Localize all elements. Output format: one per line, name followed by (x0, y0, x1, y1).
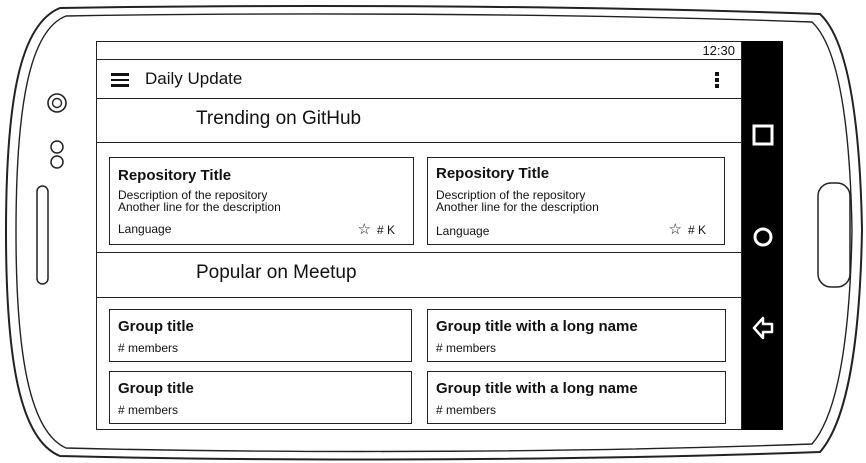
repo-description: Another line for the description (436, 200, 599, 214)
repo-card[interactable]: Repository Title Description of the repo… (427, 157, 725, 245)
square-icon[interactable] (752, 124, 774, 146)
group-card[interactable]: Group title with a long name # members (427, 371, 726, 424)
status-time: 12:30 (702, 43, 735, 58)
hamburger-menu-icon[interactable] (111, 73, 129, 87)
repo-title: Repository Title (436, 165, 550, 182)
app-bar: Daily Update (97, 60, 741, 99)
app-title: Daily Update (145, 69, 243, 88)
repo-stars: ☆ # K (358, 220, 395, 238)
hardware-home-button[interactable] (817, 182, 851, 288)
repo-language: Language (118, 222, 172, 236)
camera-icon (47, 93, 67, 113)
star-outline-icon[interactable]: ☆ (358, 221, 371, 238)
group-card[interactable]: Group title # members (109, 309, 412, 362)
back-arrow-icon[interactable] (752, 315, 774, 341)
repo-card[interactable]: Repository Title Description of the repo… (109, 157, 414, 245)
sensor-icon (50, 155, 64, 169)
circle-icon[interactable] (752, 226, 774, 248)
repo-title: Repository Title (118, 167, 232, 184)
star-outline-icon[interactable]: ☆ (669, 221, 682, 238)
status-bar: 12:30 (97, 42, 741, 60)
group-card[interactable]: Group title with a long name # members (427, 309, 726, 362)
system-nav-bar (742, 41, 783, 430)
group-title: Group title with a long name (436, 380, 638, 397)
phone-screen: 12:30 Daily Update Trending on GitHub Re… (96, 41, 742, 430)
meetup-title: Popular on Meetup (196, 262, 357, 283)
repo-description: Another line for the description (118, 200, 281, 214)
speaker-slot (36, 185, 49, 285)
group-card[interactable]: Group title # members (109, 371, 412, 424)
trending-section-header: Trending on GitHub (97, 99, 741, 143)
repo-language: Language (436, 224, 490, 238)
group-members: # members (118, 341, 179, 355)
sensor-icon (50, 140, 64, 154)
group-members: # members (436, 341, 497, 355)
group-title: Group title with a long name (436, 318, 638, 335)
group-members: # members (118, 403, 179, 417)
repo-star-count: # K (687, 223, 706, 237)
group-title: Group title (118, 380, 194, 397)
group-title: Group title (118, 318, 194, 335)
trending-title: Trending on GitHub (196, 108, 362, 129)
meetup-section-header: Popular on Meetup (97, 252, 741, 298)
repo-stars: ☆ # K (669, 220, 706, 238)
group-members: # members (436, 403, 497, 417)
repo-star-count: # K (376, 223, 395, 237)
more-vert-icon[interactable] (715, 72, 719, 90)
